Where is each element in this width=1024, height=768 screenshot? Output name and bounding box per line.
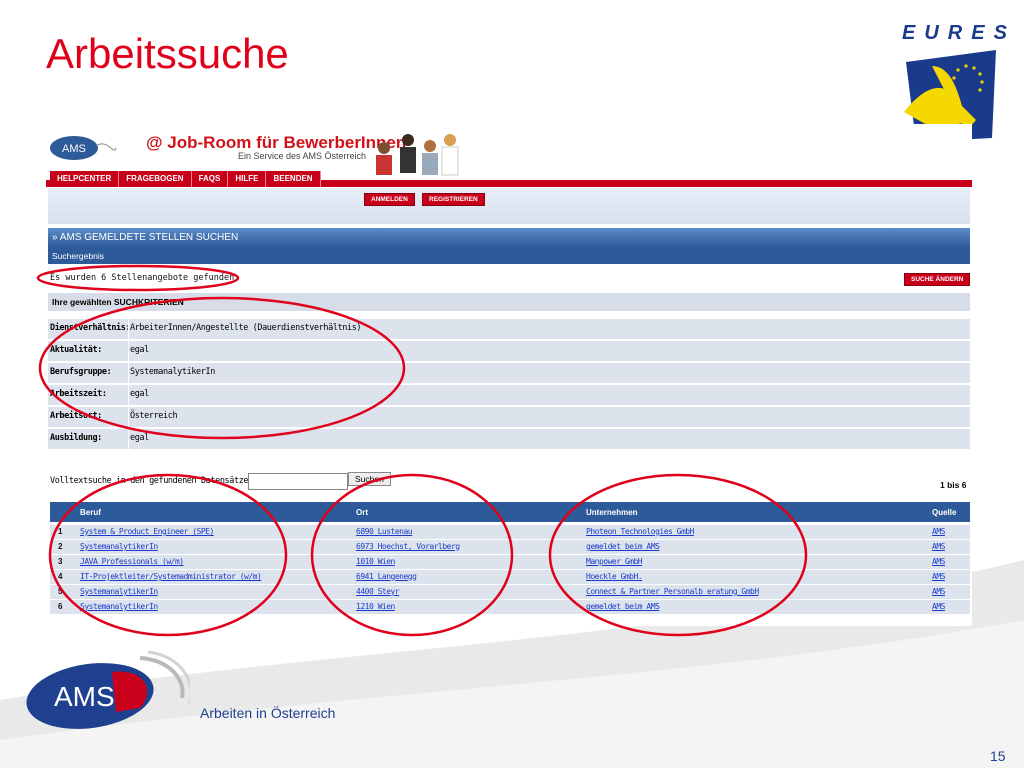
section-header: » AMS GEMELDETE STELLEN SUCHEN [48,228,970,248]
footer-text: Arbeiten in Österreich [200,705,336,721]
location-link[interactable]: 6890 Lustenau [356,527,413,536]
login-button[interactable]: ANMELDEN [364,193,415,206]
nav-fragebogen[interactable]: FRAGEBOGEN [119,171,192,187]
company-link[interactable]: gemeldet beim AMS [586,542,660,551]
table-row: 4 IT-Projektleiter/Systemadministrator (… [50,569,970,584]
ams-logo: AMS [26,650,190,729]
company-link[interactable]: Manpower GmbH [586,557,643,566]
col-ort[interactable]: Ort [356,508,368,517]
location-link[interactable]: 4400 Steyr [356,587,400,596]
fulltext-label: Volltextsuche in den gefundenen Datensät… [50,476,258,486]
table-row: 2 SystemanalytikerIn 6973 Hoechst, Vorar… [50,539,970,554]
result-range: 1 bis 6 [940,480,967,490]
company-link[interactable]: Photeon Technologies GmbH [586,527,694,536]
result-count: Es wurden 6 Stellenangebote gefunden. [50,273,240,283]
criteria-row: Ausbildung: egal [48,427,970,449]
source-link[interactable]: AMS [932,542,945,551]
source-link[interactable]: AMS [932,602,945,611]
nav-beenden[interactable]: BEENDEN [266,171,321,187]
page-number: 15 [990,748,1006,764]
location-link[interactable]: 6941 Langenegg [356,572,417,581]
nav-tabs: HELPCENTER FRAGEBOGEN FAQS HILFE BEENDEN [50,171,321,187]
login-bar: ANMELDEN REGISTRIEREN [48,188,970,224]
nav-hilfe[interactable]: HILFE [228,171,267,187]
job-title-link[interactable]: IT-Projektleiter/Systemadministrator (w/… [80,572,262,581]
nav-helpcenter[interactable]: HELPCENTER [50,171,120,187]
company-link[interactable]: Hoeckle GmbH. [586,572,643,581]
criteria-row: Arbeitszeit: egal [48,383,970,405]
criteria-row: Berufsgruppe: SystemanalytikerIn [48,361,970,383]
source-link[interactable]: AMS [932,587,945,596]
source-link[interactable]: AMS [932,527,945,536]
table-row: 5 SystemanalytikerIn 4400 Steyr Connect … [50,584,970,599]
ams-logo-text: AMS [54,681,115,712]
eures-wordmark: EURES [902,22,1016,44]
criteria-header: Ihre gewählten SUCHKRITERIEN [48,293,970,311]
criteria-row: Arbeitsort: Österreich [48,405,970,427]
nav-faqs[interactable]: FAQS [191,171,229,187]
people-photo [376,134,459,176]
ams-mouse-logo: AMS [50,136,117,160]
table-row: 6 SystemanalytikerIn 1210 Wien gemeldet … [50,599,970,614]
result-subtitle: Suchergebnis [52,251,104,261]
location-link[interactable]: 1210 Wien [356,602,395,611]
location-link[interactable]: 6973 Hoechst, Vorarlberg [356,542,460,551]
change-search-button[interactable]: SUCHE ÄNDERN [904,273,971,286]
company-link[interactable]: Connect & Partner Personalb eratung GmbH [586,587,759,596]
job-title-link[interactable]: SystemanalytikerIn [80,542,158,551]
slide-title: Arbeitssuche [46,30,289,77]
criteria-title: Ihre gewählten SUCHKRITERIEN [52,297,184,307]
register-button[interactable]: REGISTRIEREN [422,193,485,206]
table-row: 3 JAVA Professionals (w/m) 1010 Wien Man… [50,554,970,569]
col-beruf[interactable]: Beruf [80,508,101,517]
job-title-link[interactable]: SystemanalytikerIn [80,602,158,611]
job-title-link[interactable]: JAVA Professionals (w/m) [80,557,184,566]
source-link[interactable]: AMS [932,572,945,581]
col-unternehmen[interactable]: Unternehmen [586,508,638,517]
location-link[interactable]: 1010 Wien [356,557,395,566]
section-title: » AMS GEMELDETE STELLEN SUCHEN [52,232,239,243]
criteria-row: Aktualität: egal [48,339,970,361]
col-quelle[interactable]: Quelle [932,508,956,517]
search-button[interactable]: Suchen [348,472,391,486]
jobroom-subtitle: Ein Service des AMS Österreich [238,151,367,161]
svg-text:AMS: AMS [62,143,86,155]
jobroom-screenshot: AMS @ Job-Room für BewerberInnen Ein Ser… [46,124,972,626]
job-title-link[interactable]: System & Product Engineer (SPE) [80,527,214,536]
company-link[interactable]: gemeldet beim AMS [586,602,660,611]
results-table-header: Beruf Ort Unternehmen Quelle [50,502,970,522]
result-subheader: Suchergebnis [48,248,970,264]
source-link[interactable]: AMS [932,557,945,566]
table-row: 1 System & Product Engineer (SPE) 6890 L… [50,524,970,539]
criteria-row: Dienstverhältnis: ArbeiterInnen/Angestell… [48,317,970,339]
fulltext-search-input[interactable] [248,473,348,490]
job-title-link[interactable]: SystemanalytikerIn [80,587,158,596]
